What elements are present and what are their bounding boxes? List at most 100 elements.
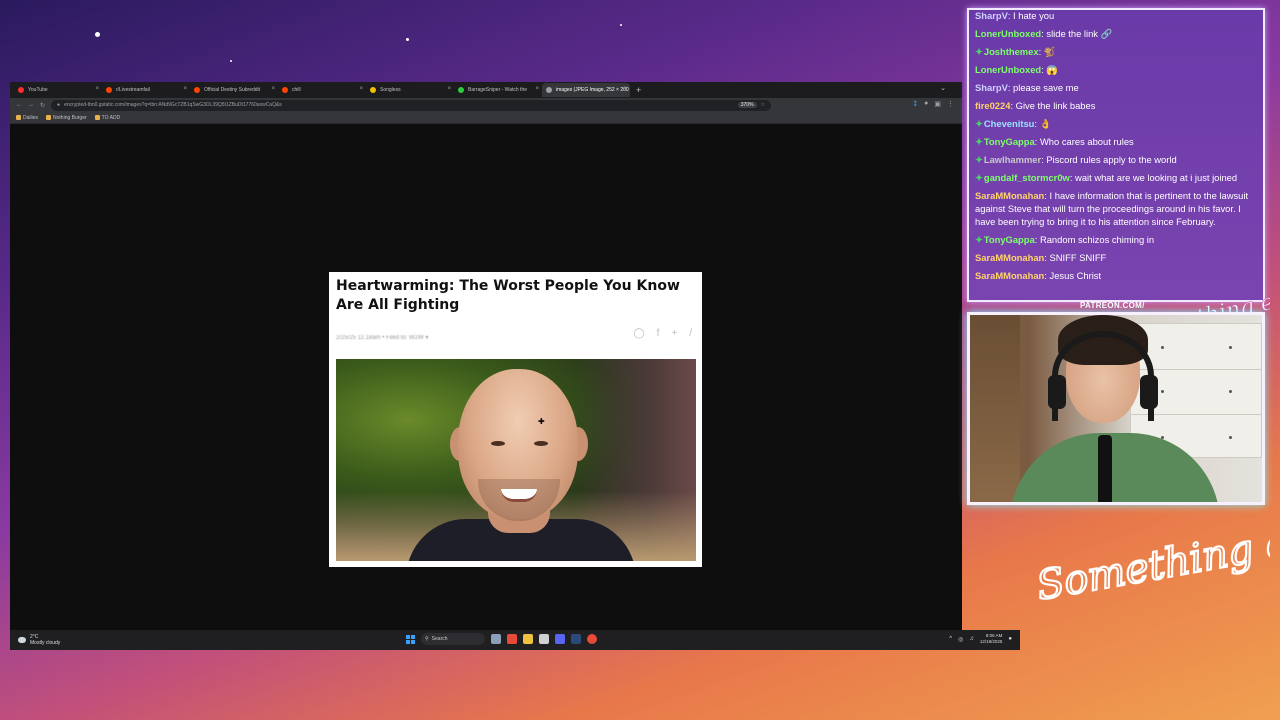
- brand-logo-bottom: Something else: [1032, 510, 1270, 611]
- reload-icon[interactable]: ↻: [40, 102, 45, 109]
- bookmark-item[interactable]: Dailies: [16, 115, 38, 121]
- chat-username[interactable]: SaraMMonahan: [975, 270, 1044, 281]
- chat-text: Jesus Christ: [1049, 269, 1102, 281]
- discord-icon[interactable]: [555, 634, 565, 644]
- lock-icon: ●: [57, 102, 61, 108]
- task-view-icon[interactable]: [491, 634, 501, 644]
- chat-username[interactable]: SharpV: [975, 82, 1008, 93]
- back-icon[interactable]: ←: [16, 102, 22, 108]
- close-tab-icon[interactable]: ×: [95, 86, 99, 92]
- close-tab-icon[interactable]: ×: [535, 86, 539, 92]
- tab-label: r/Livestreamfail: [116, 87, 150, 93]
- chevron-up-icon[interactable]: ^: [949, 636, 952, 642]
- bookmark-icon: [94, 115, 100, 120]
- windows-start-icon[interactable]: [406, 634, 415, 644]
- close-tab-icon[interactable]: ×: [359, 86, 363, 92]
- subscriber-badge-icon: ✦: [975, 45, 983, 57]
- chrome-icon[interactable]: [587, 634, 597, 644]
- address-bar[interactable]: ● encrypted-tbn0.gstatic.com/images?q=tb…: [51, 99, 772, 111]
- star-decoration: [406, 38, 409, 41]
- browser-tab[interactable]: chill ×: [278, 83, 366, 97]
- share-icon: ◯: [633, 328, 645, 339]
- chat-message: ✦Joshthemex: 🐒: [975, 45, 1257, 58]
- bookmark-icon: [46, 115, 52, 120]
- brand-bottom-text: Something else: [1033, 510, 1270, 609]
- chat-username[interactable]: LonerUnboxed: [975, 28, 1041, 39]
- download-icon[interactable]: ↧: [912, 100, 918, 108]
- bookmark-label: Dailies: [23, 114, 39, 121]
- browser-tab[interactable]: Songless ×: [366, 83, 454, 97]
- mouse-cursor-icon: ✚: [538, 417, 545, 426]
- browser-tab[interactable]: YouTube ×: [14, 83, 102, 97]
- browser-tab[interactable]: r/Livestreamfail ×: [102, 83, 190, 97]
- extensions-icon[interactable]: ▣: [934, 100, 941, 108]
- bookmark-item[interactable]: Nothing Burger: [46, 115, 87, 121]
- profile-icon[interactable]: ●: [924, 100, 928, 108]
- chat-message: SaraMMonahan: SNIFF SNIFF: [975, 251, 1257, 264]
- tab-favicon-icon: [282, 87, 288, 93]
- plus-icon: +: [671, 328, 678, 339]
- network-icon[interactable]: ◎: [958, 636, 963, 643]
- volume-icon[interactable]: ♫: [969, 636, 974, 642]
- tab-label: Official Destiny Subreddit: [204, 87, 261, 93]
- chat-text: Who cares about rules: [1039, 135, 1134, 147]
- bookmark-label: TO ADD: [101, 114, 121, 121]
- clock[interactable]: 8:06 AM 12/18/2025: [980, 633, 1003, 645]
- chat-username[interactable]: fire0224: [975, 100, 1010, 111]
- chat-username[interactable]: SaraMMonahan: [975, 190, 1044, 201]
- chat-username[interactable]: TonyGappa: [984, 234, 1035, 245]
- browser-tab[interactable]: BarrageSniper - Watch the ×: [454, 83, 542, 97]
- search-icon: ⚲: [425, 636, 429, 642]
- close-tab-icon[interactable]: ×: [447, 86, 451, 92]
- chat-text: I hate you: [1013, 10, 1055, 21]
- tab-label: BarrageSniper - Watch the: [468, 87, 528, 93]
- chat-username[interactable]: LonerUnboxed: [975, 64, 1041, 75]
- chat-text: Random schizos chiming in: [1039, 234, 1155, 246]
- steam-icon[interactable]: [571, 634, 581, 644]
- forward-icon[interactable]: →: [28, 102, 34, 108]
- chat-username[interactable]: TonyGappa: [984, 136, 1035, 147]
- browser-toolbar: ← → ↻ ● encrypted-tbn0.gstatic.com/image…: [10, 98, 962, 112]
- weather-widget[interactable]: 2°C Mostly cloudy: [18, 634, 60, 646]
- chat-username[interactable]: Chevenitsu: [984, 118, 1035, 129]
- chat-username[interactable]: gandalf_stormcr0w: [984, 172, 1070, 183]
- new-tab-icon[interactable]: +: [636, 85, 641, 95]
- app-icon[interactable]: [539, 634, 549, 644]
- star-icon[interactable]: ☆: [761, 102, 765, 108]
- menu-icon[interactable]: ⋮: [947, 100, 954, 108]
- browser-window: YouTube × r/Livestreamfail × Official Destin…: [10, 82, 962, 630]
- browser-tab[interactable]: Official Destiny Subreddit ×: [190, 83, 278, 97]
- patreon-link: PATREON.COM/: [1080, 301, 1145, 310]
- close-tab-icon[interactable]: ×: [623, 86, 627, 92]
- bookmark-item[interactable]: TO ADD: [94, 114, 121, 121]
- zoom-indicator[interactable]: 370%: [737, 102, 757, 108]
- star-decoration: [230, 60, 232, 62]
- close-tab-icon[interactable]: ×: [271, 86, 275, 92]
- browser-tab[interactable]: images (JPEG Image, 252 × 200 px) ×: [542, 83, 630, 97]
- file-explorer-icon[interactable]: [523, 634, 533, 644]
- tab-search-icon[interactable]: ⌄: [940, 84, 946, 92]
- bookmark-label: Nothing Burger: [53, 114, 87, 121]
- chat-text: 😱: [1046, 63, 1059, 75]
- cloud-icon: [18, 637, 26, 643]
- tab-label: YouTube: [28, 87, 48, 93]
- chat-message: ✦Lawlhammer: Piscord rules apply to the …: [975, 153, 1257, 166]
- chat-message: fire0224: Give the link babes: [975, 99, 1257, 112]
- tab-bar: YouTube × r/Livestreamfail × Official Destin…: [10, 82, 962, 98]
- notification-icon[interactable]: ●: [1008, 636, 1012, 642]
- stream-chat: SharpV: I hate you LonerUnboxed: slide th…: [967, 8, 1265, 302]
- chat-message: SharpV: I hate you: [975, 10, 1257, 22]
- tab-label: Songless: [380, 87, 401, 93]
- chat-message: ✦TonyGappa: Who cares about rules: [975, 135, 1257, 148]
- subscriber-badge-icon: ✦: [975, 117, 983, 129]
- taskbar-search[interactable]: ⚲ Search: [421, 633, 485, 645]
- app-icon[interactable]: [507, 634, 517, 644]
- chat-username[interactable]: SharpV: [975, 10, 1008, 21]
- chat-text: Piscord rules apply to the world: [1046, 153, 1177, 165]
- search-placeholder: Search: [431, 636, 448, 642]
- close-tab-icon[interactable]: ×: [183, 86, 187, 92]
- chat-username[interactable]: Lawlhammer: [984, 154, 1041, 165]
- chat-username[interactable]: SaraMMonahan: [975, 252, 1044, 263]
- chat-username[interactable]: Joshthemex: [984, 46, 1039, 57]
- chat-text: 👌: [1039, 117, 1052, 129]
